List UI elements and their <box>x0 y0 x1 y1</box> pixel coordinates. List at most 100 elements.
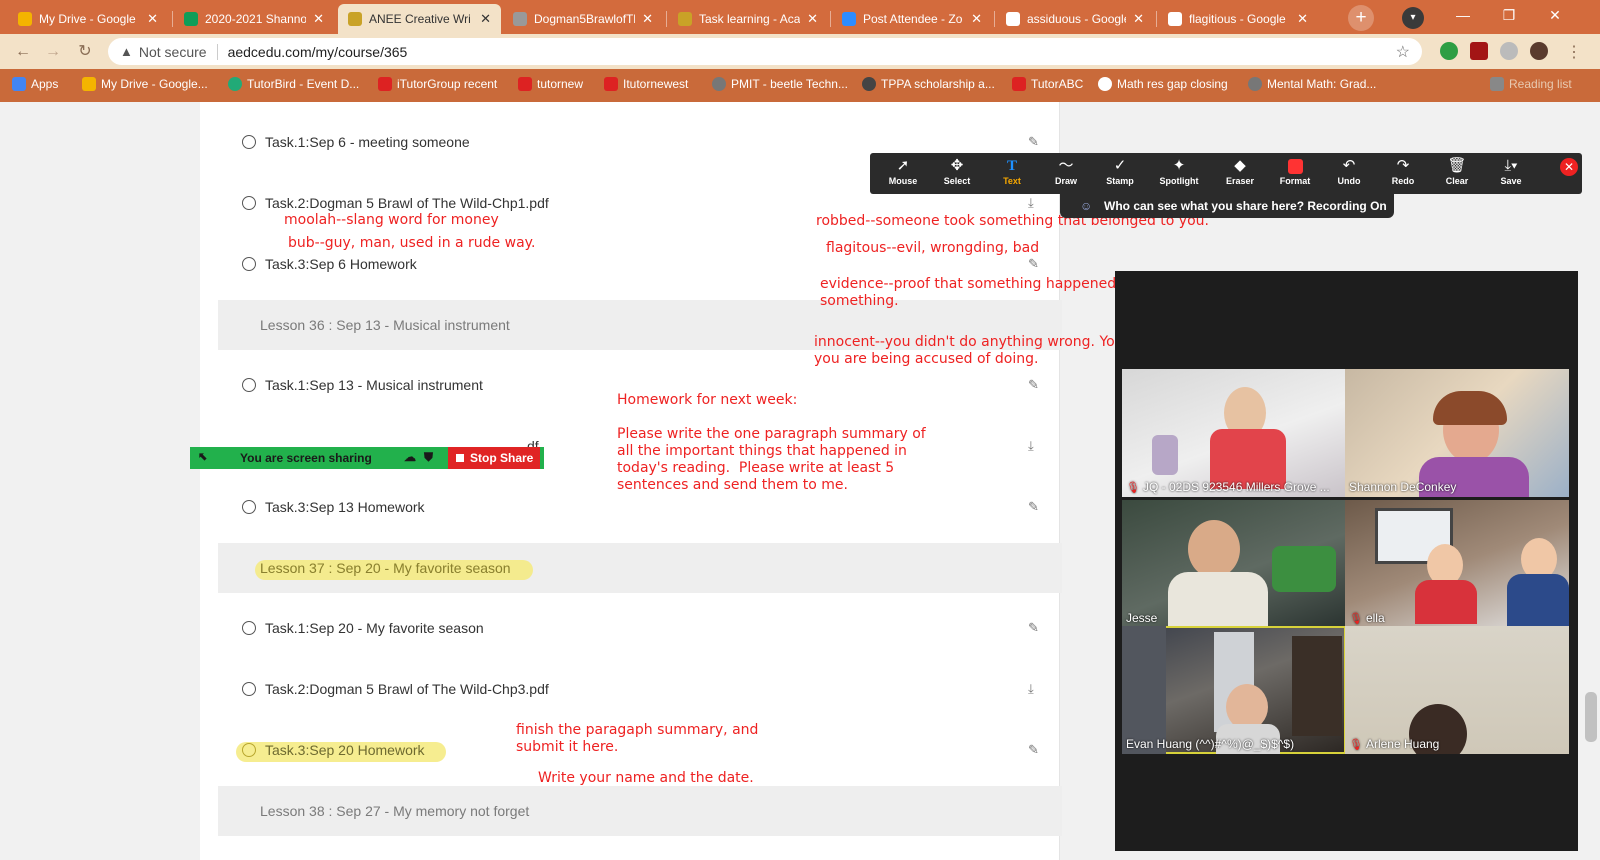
radio-circle-icon[interactable] <box>242 500 256 514</box>
pencil-icon[interactable]: ✎ <box>1028 377 1039 393</box>
extension-icon[interactable] <box>1440 42 1458 60</box>
task-item[interactable]: Task.3:Sep 6 Homework <box>242 256 417 272</box>
pencil-icon[interactable]: ✎ <box>1028 256 1039 272</box>
annotation-evidence: evidence--proof that something happened … <box>820 276 1117 309</box>
pencil-icon[interactable]: ✎ <box>1028 499 1039 515</box>
tab-dogman[interactable]: Dogman5BrawlofTh ✕ <box>503 4 663 34</box>
redo-button[interactable]: ↷ Redo <box>1376 156 1430 186</box>
participant-tile[interactable]: 🎙 ella <box>1345 500 1569 628</box>
close-icon[interactable]: ✕ <box>313 11 324 27</box>
close-icon[interactable]: ✕ <box>1297 11 1308 27</box>
pencil-icon[interactable]: ✎ <box>1028 134 1039 150</box>
tab-sheet[interactable]: 2020-2021 Shanno ✕ <box>174 4 334 34</box>
tab-zoom-attendee[interactable]: Post Attendee - Zo ✕ <box>832 4 992 34</box>
bookmark-tutornew[interactable]: tutornew <box>518 77 583 91</box>
task-item[interactable]: Task.1:Sep 13 - Musical instrument <box>242 377 483 393</box>
save-button[interactable]: ⤓▾ Save <box>1484 156 1538 186</box>
lesson-header[interactable]: Lesson 38 : Sep 27 - My memory not forge… <box>218 786 1062 836</box>
stamp-button[interactable]: ✓ Stamp <box>1093 156 1147 186</box>
bookmark-itutorgroup[interactable]: iTutorGroup recent <box>378 77 497 91</box>
radio-circle-icon[interactable] <box>242 257 256 271</box>
draw-button[interactable]: 〜 Draw <box>1039 156 1093 186</box>
close-icon[interactable]: ✕ <box>147 11 158 27</box>
reading-list[interactable]: Reading list <box>1490 77 1572 91</box>
bookmark-tutorbird[interactable]: TutorBird - Event D... <box>228 77 359 91</box>
eraser-button[interactable]: ◆ Eraser <box>1213 156 1267 186</box>
tab-flagitious[interactable]: flagitious - Google ✕ <box>1158 4 1318 34</box>
participant-tile[interactable]: Shannon DeConkey <box>1345 369 1569 497</box>
sheets-icon <box>184 12 198 26</box>
spotlight-button[interactable]: ✦ Spotlight <box>1152 156 1206 186</box>
bookmark-math-res[interactable]: Math res gap closing <box>1098 77 1228 91</box>
stop-share-button[interactable]: Stop Share <box>448 447 540 469</box>
format-button[interactable]: Format <box>1268 156 1322 186</box>
tab-task-learning[interactable]: Task learning - Aca ✕ <box>668 4 828 34</box>
close-icon[interactable]: ✕ <box>807 11 818 27</box>
download-icon[interactable]: ⤓ <box>1028 438 1034 454</box>
recording-banner[interactable]: ☺ Who can see what you share here? Recor… <box>1060 194 1394 218</box>
close-icon[interactable]: ✕ <box>642 11 653 27</box>
puzzle-icon[interactable] <box>1500 42 1518 60</box>
participant-tile[interactable]: 🎙 JQ - 02DS 923546 Millers Grove ... <box>1122 369 1346 497</box>
radio-circle-icon[interactable] <box>242 135 256 149</box>
close-icon[interactable]: ✕ <box>480 11 491 27</box>
radio-circle-icon[interactable] <box>242 621 256 635</box>
tab-anee-creative[interactable]: ANEE Creative Wri ✕ <box>338 4 501 34</box>
drag-handle-icon[interactable]: ⬉ <box>198 450 207 463</box>
task-item[interactable]: Task.3:Sep 20 Homework <box>242 742 425 758</box>
radio-circle-icon[interactable] <box>242 378 256 392</box>
tab-search-icon[interactable]: ▾ <box>1402 7 1424 29</box>
bookmarks-bar: Apps My Drive - Google... TutorBird - Ev… <box>0 69 1600 102</box>
bookmark-tutorabc[interactable]: TutorABC <box>1012 77 1083 91</box>
close-annotation-icon[interactable]: ✕ <box>1560 158 1578 176</box>
restore-icon[interactable]: ❐ <box>1486 0 1532 34</box>
menu-icon[interactable]: ⋮ <box>1566 42 1582 62</box>
address-bar[interactable]: ▲ Not secure aedcedu.com/my/course/365 ☆ <box>108 38 1422 65</box>
page-scrollbar[interactable] <box>1582 102 1600 860</box>
download-icon[interactable]: ⤓ <box>1028 195 1034 211</box>
scrollbar-thumb[interactable] <box>1585 692 1597 742</box>
forward-icon[interactable]: → <box>42 41 64 63</box>
ublock-icon[interactable] <box>1470 42 1488 60</box>
close-icon[interactable]: ✕ <box>1133 11 1144 27</box>
new-tab-button[interactable]: + <box>1348 5 1374 31</box>
close-icon[interactable]: ✕ <box>971 11 982 27</box>
download-icon[interactable]: ⤓ <box>1028 681 1034 697</box>
reload-icon[interactable]: ↻ <box>74 41 96 63</box>
task-item[interactable]: Task.3:Sep 13 Homework <box>242 499 425 515</box>
bookmark-star-icon[interactable]: ☆ <box>1396 42 1410 62</box>
bookmark-my-drive[interactable]: My Drive - Google... <box>82 77 208 91</box>
task-item[interactable]: Task.1:Sep 6 - meeting someone <box>242 134 470 150</box>
window-close-icon[interactable]: ✕ <box>1532 0 1578 34</box>
text-button[interactable]: T Text <box>985 156 1039 186</box>
task-item[interactable]: Task.2:Dogman 5 Brawl of The Wild-Chp1.p… <box>242 195 549 211</box>
tab-my-drive[interactable]: My Drive - Google ✕ <box>8 4 168 34</box>
pencil-icon[interactable]: ✎ <box>1028 742 1039 758</box>
not-secure-label[interactable]: Not secure <box>139 44 207 60</box>
bookmark-apps[interactable]: Apps <box>12 77 58 91</box>
url-text[interactable]: aedcedu.com/my/course/365 <box>228 44 408 60</box>
task-item[interactable]: Task.2:Dogman 5 Brawl of The Wild-Chp3.p… <box>242 681 549 697</box>
bookmark-pmit[interactable]: PMIT - beetle Techn... <box>712 77 848 91</box>
task-item[interactable]: Task.1:Sep 20 - My favorite season <box>242 620 484 636</box>
select-button[interactable]: ✥ Select <box>930 156 984 186</box>
radio-circle-icon[interactable] <box>242 196 256 210</box>
mouse-button[interactable]: ➚ Mouse <box>876 156 930 186</box>
avatar[interactable] <box>1530 42 1548 60</box>
participant-tile[interactable]: 🎙 Arlene Huang <box>1345 626 1569 754</box>
undo-button[interactable]: ↶ Undo <box>1322 156 1376 186</box>
person-icon: ☺ <box>1080 199 1093 213</box>
radio-circle-icon[interactable] <box>242 743 256 757</box>
participant-tile[interactable]: Jesse <box>1122 500 1346 628</box>
clear-button[interactable]: 🗑 Clear <box>1430 156 1484 186</box>
bookmark-itutornewest[interactable]: Itutornewest <box>604 77 688 91</box>
bookmark-tppa[interactable]: TPPA scholarship a... <box>862 77 995 91</box>
tab-assiduous[interactable]: assiduous - Google ✕ <box>996 4 1154 34</box>
back-icon[interactable]: ← <box>12 41 34 63</box>
minimize-icon[interactable]: — <box>1440 0 1486 34</box>
participant-tile[interactable]: Evan Huang (^^)#^%)@_$)$^$) <box>1122 626 1346 754</box>
pencil-icon[interactable]: ✎ <box>1028 620 1039 636</box>
bookmark-mental-math[interactable]: Mental Math: Grad... <box>1248 77 1376 91</box>
lesson-header[interactable]: Lesson 37 : Sep 20 - My favorite season <box>218 543 1062 593</box>
radio-circle-icon[interactable] <box>242 682 256 696</box>
